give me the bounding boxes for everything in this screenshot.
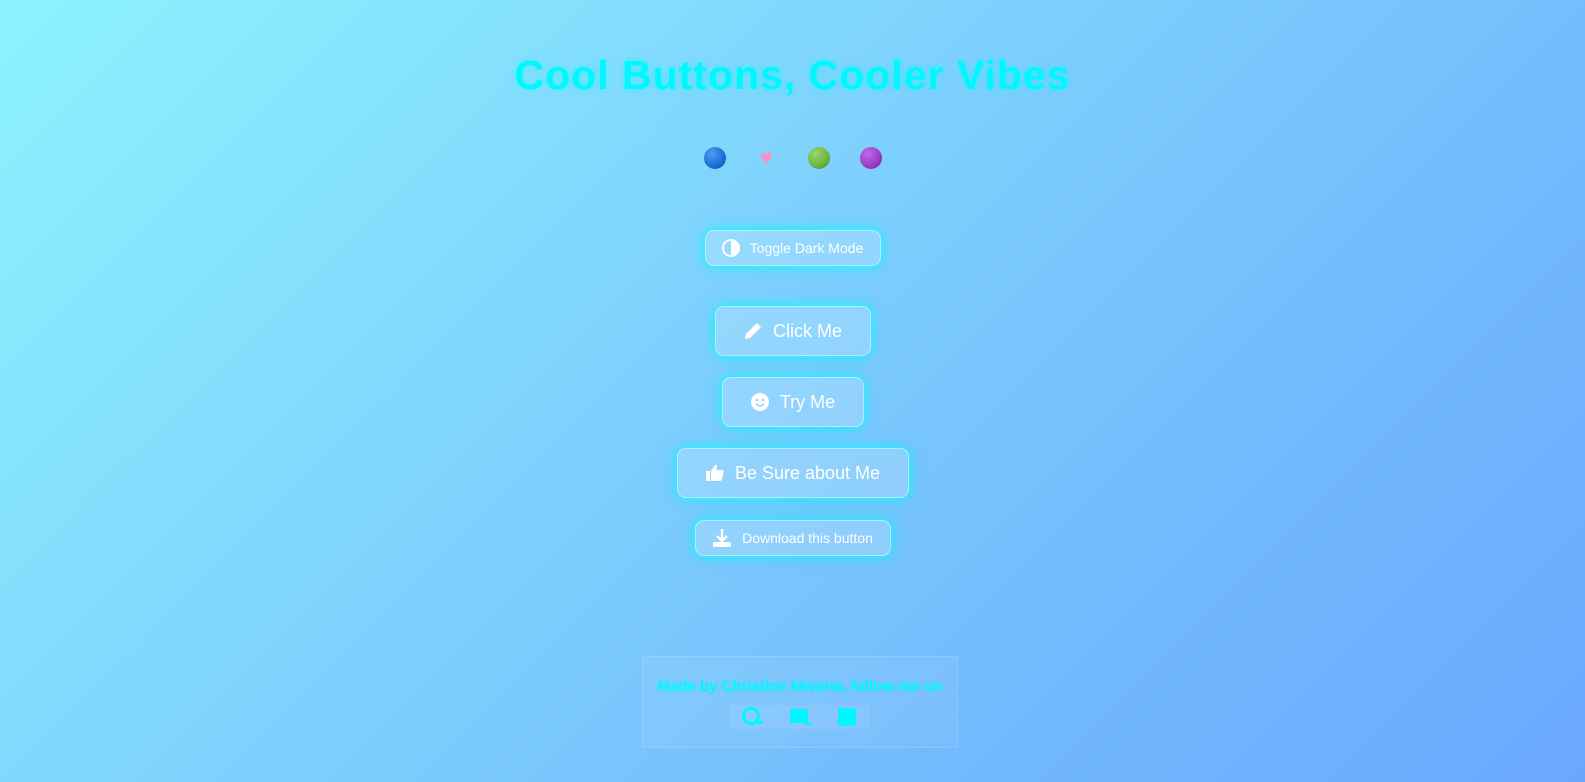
toggle-dark-mode-label: Toggle Dark Mode [749,240,864,256]
blue-circle-icon [703,147,726,169]
download-icon [712,528,732,548]
smiley-icon [750,392,770,412]
click-me-label: Click Me [772,320,842,341]
blue-theme-button[interactable] [703,146,727,170]
linkedin-icon[interactable] [834,706,860,728]
purple-theme-button[interactable] [859,146,883,170]
footer-credit: Made by Christine Mworia, follow me on [657,678,943,695]
try-me-button[interactable]: Try Me [721,377,864,427]
try-me-label: Try Me [779,391,836,412]
pink-heart-icon: ♥ [759,145,774,170]
click-me-button[interactable]: Click Me [714,306,871,356]
pencil-icon [743,321,763,341]
thumbs-up-icon [705,463,725,483]
github-icon[interactable] [740,706,766,728]
half-circle-icon [721,239,740,257]
social-links [730,705,870,729]
purple-circle-icon [859,147,882,169]
green-circle-icon [807,147,830,169]
download-label: Download this button [742,530,873,546]
pink-theme-button[interactable]: ♥ [755,146,779,170]
be-sure-button[interactable]: Be Sure about Me [676,448,909,498]
page-title: Cool Buttons, Cooler Vibes [514,52,1071,98]
be-sure-label: Be Sure about Me [734,462,881,483]
codepen-icon[interactable] [787,706,813,728]
toggle-dark-mode-button[interactable]: Toggle Dark Mode [704,230,881,266]
green-theme-button[interactable] [807,146,831,170]
theme-selector: ♥ [0,146,1585,170]
download-button[interactable]: Download this button [694,520,891,556]
footer: Made by Christine Mworia, follow me on [642,656,958,748]
